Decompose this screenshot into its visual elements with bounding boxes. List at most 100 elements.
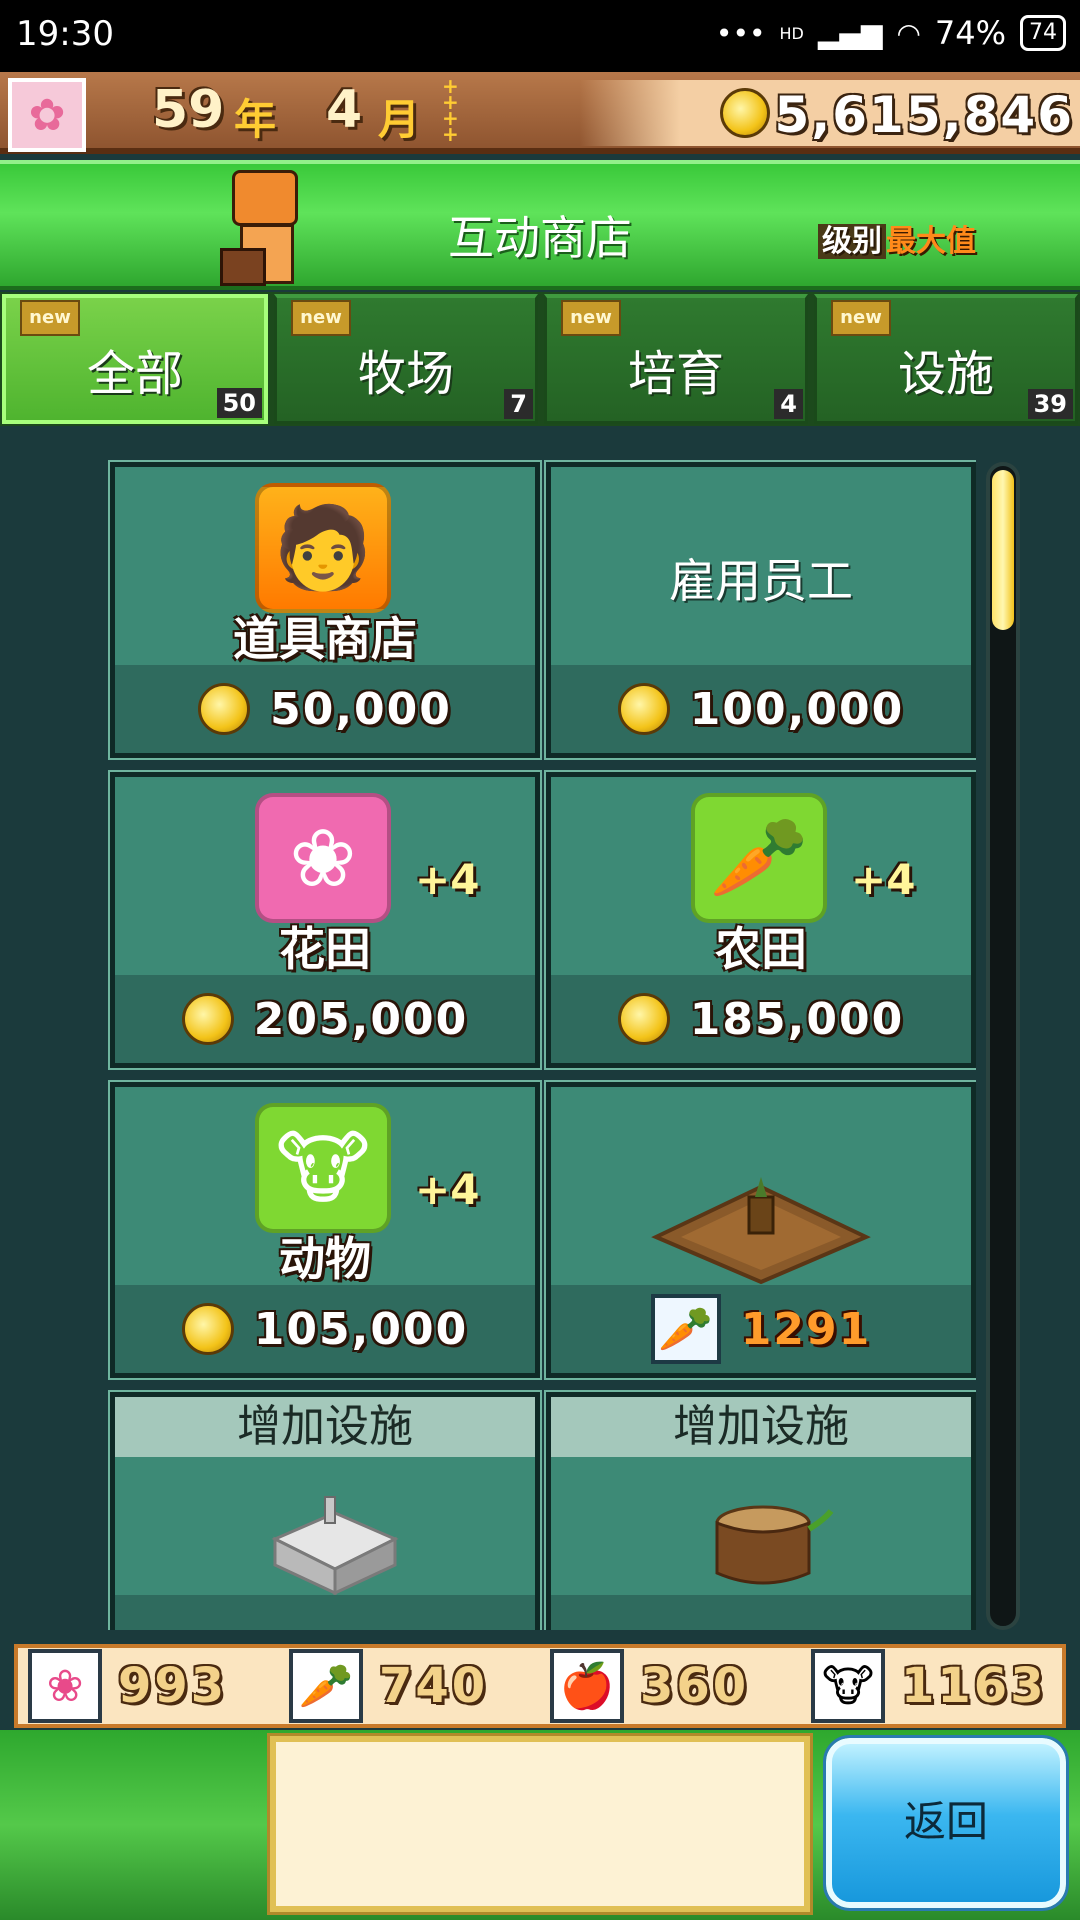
category-tabs: new 全部 50 new 牧场 7 new 培育 4 new 设施 39 bbox=[0, 292, 1080, 426]
tab-ranch[interactable]: new 牧场 7 bbox=[274, 294, 538, 424]
month-value: 4 bbox=[326, 80, 363, 140]
new-badge: new bbox=[561, 300, 621, 336]
coin-icon bbox=[181, 993, 234, 1045]
resource-value: 993 bbox=[118, 1658, 228, 1714]
price-band: 185,000 bbox=[551, 975, 971, 1063]
price-band: 🥕 1291 bbox=[551, 1285, 971, 1373]
shop-card-add-facility[interactable]: 增加设施 bbox=[544, 1390, 976, 1630]
card-price: 1291 bbox=[740, 1303, 872, 1355]
more-dots-icon: ••• bbox=[715, 16, 766, 50]
new-badge: new bbox=[291, 300, 351, 336]
card-bonus: +4 bbox=[415, 855, 480, 904]
tab-all[interactable]: new 全部 50 bbox=[2, 294, 268, 424]
clock: 19:30 bbox=[16, 14, 114, 54]
shop-card-field-plot[interactable]: 🥕 1291 bbox=[544, 1080, 976, 1380]
card-name: 花田 bbox=[279, 922, 371, 976]
resource-animals: 🐮 1163 bbox=[801, 1649, 1062, 1723]
card-name: 农田 bbox=[715, 922, 807, 976]
price-band bbox=[551, 1595, 971, 1630]
carrot-icon: 🥕 bbox=[650, 1294, 721, 1364]
month-unit: 月 bbox=[378, 95, 421, 144]
dirt-plot-icon bbox=[651, 1177, 871, 1285]
message-box bbox=[267, 1733, 813, 1915]
tab-count: 50 bbox=[216, 388, 262, 418]
status-icons: ••• HD ▂▄▆ ◠ 74% 74 bbox=[716, 14, 1066, 52]
card-title: 增加设施 bbox=[551, 1397, 971, 1457]
tulip-icon: ❀ bbox=[255, 793, 391, 923]
wifi-icon: ◠ bbox=[896, 16, 921, 50]
year-value: 59 bbox=[152, 80, 225, 140]
cow-icon: 🐮 bbox=[255, 1103, 391, 1233]
shop-card-item-shop[interactable]: 🧑 道具商店 50,000 bbox=[108, 460, 542, 760]
shop-card-hire-staff[interactable]: 雇用员工 100,000 bbox=[544, 460, 976, 760]
tab-label: 培育 bbox=[627, 346, 724, 402]
tab-breeding[interactable]: new 培育 4 bbox=[544, 294, 808, 424]
sink-facility-icon bbox=[271, 1496, 399, 1596]
level-indicator: 级别 最大值 bbox=[818, 216, 976, 260]
cherry-blossom-icon[interactable]: ✿ bbox=[8, 78, 86, 152]
resource-value: 740 bbox=[379, 1658, 489, 1714]
shop-header: 互动商店 级别 最大值 bbox=[0, 160, 1080, 290]
coin-icon bbox=[617, 993, 670, 1045]
tab-count: 7 bbox=[504, 389, 533, 419]
back-button[interactable]: 返回 bbox=[823, 1735, 1069, 1911]
scrollbar-track[interactable] bbox=[986, 462, 1020, 1630]
price-band: 100,000 bbox=[551, 665, 971, 753]
coin-icon bbox=[617, 683, 670, 735]
card-price: 105,000 bbox=[253, 1303, 469, 1355]
resource-crops: 🥕 740 bbox=[279, 1649, 540, 1723]
money-panel: 5,615,846 bbox=[580, 80, 1080, 146]
tab-facilities[interactable]: new 设施 39 bbox=[814, 294, 1078, 424]
carrot-icon: 🥕 bbox=[289, 1649, 363, 1723]
resource-value: 360 bbox=[640, 1658, 750, 1714]
tulip-icon: ❀ bbox=[28, 1649, 102, 1723]
card-price: 100,000 bbox=[689, 683, 905, 735]
shop-card-add-facility[interactable]: 增加设施 bbox=[108, 1390, 542, 1630]
shop-card-flower-field[interactable]: ❀ +4 花田 205,000 bbox=[108, 770, 542, 1070]
tab-label: 牧场 bbox=[357, 346, 454, 402]
card-name: 动物 bbox=[279, 1232, 371, 1286]
card-bonus: +4 bbox=[851, 855, 916, 904]
shop-card-animals[interactable]: 🐮 +4 动物 105,000 bbox=[108, 1080, 542, 1380]
resource-value: 1163 bbox=[901, 1658, 1047, 1714]
shopkeeper-icon: 🧑 bbox=[255, 483, 391, 613]
coin-icon bbox=[720, 88, 770, 138]
level-label: 级别 bbox=[818, 224, 886, 259]
coin-icon bbox=[198, 683, 251, 735]
signal-icon: ▂▄▆ bbox=[817, 16, 883, 50]
bottom-panel: 返回 bbox=[0, 1730, 1080, 1920]
price-band bbox=[115, 1595, 535, 1630]
card-price: 50,000 bbox=[270, 683, 452, 735]
price-band: 105,000 bbox=[115, 1285, 535, 1373]
money-value: 5,615,846 bbox=[774, 86, 1074, 144]
new-badge: new bbox=[20, 300, 80, 336]
card-bonus: +4 bbox=[415, 1165, 480, 1214]
top-bar: ✿ 59 年 4 月 + + + + 5,615,846 bbox=[0, 72, 1080, 154]
tab-count: 39 bbox=[1027, 389, 1073, 419]
resource-flowers: ❀ 993 bbox=[18, 1649, 279, 1723]
network-label: HD bbox=[779, 23, 804, 43]
carrot-icon: 🥕 bbox=[691, 793, 827, 923]
level-value: 最大值 bbox=[886, 224, 976, 259]
calendar-progress-icon: + + + + bbox=[442, 74, 459, 146]
status-bar: 19:30 ••• HD ▂▄▆ ◠ 74% 74 bbox=[0, 0, 1080, 72]
cow-icon: 🐮 bbox=[811, 1649, 885, 1723]
resource-bar: ❀ 993 🥕 740 🍎 360 🐮 1163 bbox=[14, 1644, 1066, 1728]
battery-icon: 74 bbox=[1020, 15, 1066, 51]
card-price: 185,000 bbox=[689, 993, 905, 1045]
shop-item-grid: 🧑 道具商店 50,000 雇用员工 100,000 ❀ +4 花田 205,0… bbox=[106, 460, 976, 1630]
apple-icon: 🍎 bbox=[550, 1649, 624, 1723]
tab-count: 4 bbox=[774, 389, 803, 419]
card-title: 增加设施 bbox=[115, 1397, 535, 1457]
price-band: 205,000 bbox=[115, 975, 535, 1063]
card-name: 雇用员工 bbox=[669, 554, 853, 608]
resource-fruit: 🍎 360 bbox=[540, 1649, 801, 1723]
price-band: 50,000 bbox=[115, 665, 535, 753]
battery-percent: 74% bbox=[934, 14, 1006, 52]
scrollbar-thumb[interactable] bbox=[992, 470, 1014, 630]
tree-stump-icon bbox=[715, 1505, 834, 1585]
coin-icon bbox=[181, 1303, 234, 1355]
card-price: 205,000 bbox=[253, 993, 469, 1045]
new-badge: new bbox=[831, 300, 891, 336]
shop-card-farm-field[interactable]: 🥕 +4 农田 185,000 bbox=[544, 770, 976, 1070]
